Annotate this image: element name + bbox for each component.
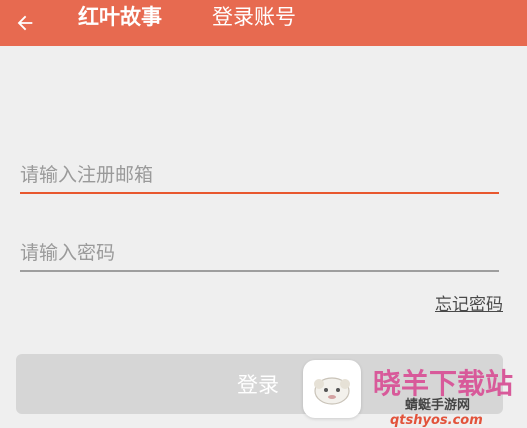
app-header: 红叶故事 登录账号: [0, 0, 527, 46]
watermark-tagline: 蜻蜓手游网: [405, 398, 471, 413]
page-title: 登录账号: [212, 5, 296, 29]
watermark-url: qtshyos.com: [390, 413, 483, 428]
watermark-site-name: 晓羊下载站: [373, 367, 514, 400]
forgot-password-link[interactable]: 忘记密码: [435, 294, 503, 316]
sheep-logo-icon: [314, 377, 350, 405]
back-button[interactable]: [8, 6, 42, 40]
email-input[interactable]: [20, 158, 499, 194]
watermark-logo: [303, 360, 361, 418]
password-input[interactable]: [20, 236, 499, 272]
app-title: 红叶故事: [78, 5, 162, 29]
back-arrow-icon: [17, 15, 33, 31]
